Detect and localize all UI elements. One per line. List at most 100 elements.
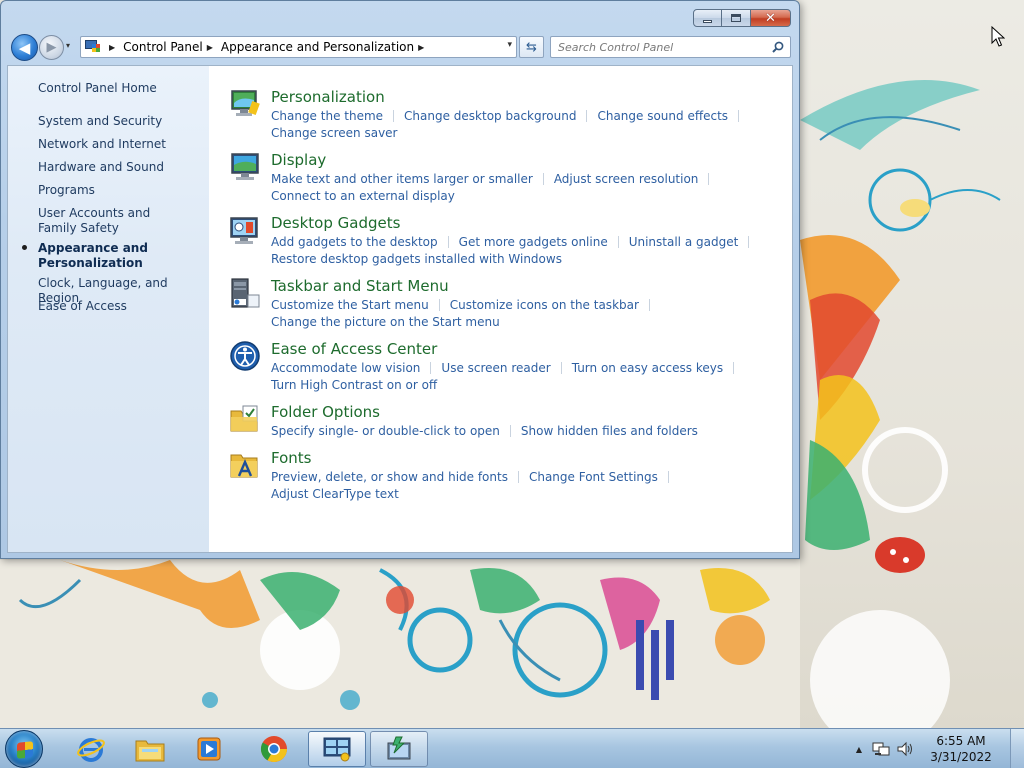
back-button[interactable]: ◀ [11, 34, 38, 61]
nav-programs[interactable]: Programs [38, 183, 203, 198]
link-connect-external-display[interactable]: Connect to an external display [271, 189, 455, 203]
refresh-button[interactable]: ⇆ [519, 36, 544, 58]
close-button[interactable]: ✕ [751, 9, 791, 27]
link-preview-fonts[interactable]: Preview, delete, or show and hide fonts [271, 470, 508, 484]
link-change-start-picture[interactable]: Change the picture on the Start menu [271, 315, 500, 329]
search-input[interactable] [551, 37, 761, 57]
category-links: Make text and other items larger or smal… [271, 171, 771, 205]
category-title[interactable]: Folder Options [271, 403, 380, 421]
link-easy-access-keys[interactable]: Turn on easy access keys [572, 361, 723, 375]
control-panel-icon [323, 737, 351, 762]
recent-pages-dropdown[interactable]: ▾ [66, 41, 70, 50]
control-panel-window: ✕ ◀ ▶ ▾ ▶ Control Panel ▶ Appearance and… [0, 0, 800, 559]
link-change-desktop-background[interactable]: Change desktop background [404, 109, 576, 123]
ease-of-access-icon[interactable] [229, 340, 261, 372]
category-content: Personalization Change the theme Change d… [209, 66, 792, 552]
internet-explorer-icon [77, 738, 105, 762]
notification-area: ▲ 6:55 AM 3/31/2022 [856, 729, 1024, 768]
breadcrumb-separator[interactable]: ▶ [207, 43, 213, 52]
link-restore-gadgets[interactable]: Restore desktop gadgets installed with W… [271, 252, 562, 266]
taskbar-chrome[interactable] [245, 731, 303, 767]
link-add-gadgets[interactable]: Add gadgets to the desktop [271, 235, 438, 249]
nav-appearance-and-personalization[interactable]: Appearance and Personalization [38, 241, 158, 271]
address-dropdown-icon[interactable]: ▾ [507, 40, 512, 50]
breadcrumb-separator[interactable]: ▶ [418, 43, 424, 52]
search-box [550, 36, 791, 58]
show-hidden-icons-button[interactable]: ▲ [856, 745, 862, 754]
fonts-icon[interactable] [229, 449, 261, 481]
category-title[interactable]: Personalization [271, 88, 385, 106]
taskbar-internet-explorer[interactable] [62, 731, 120, 767]
taskbar-icon[interactable] [229, 277, 261, 309]
minimize-button[interactable] [693, 9, 722, 27]
category-title[interactable]: Taskbar and Start Menu [271, 277, 449, 295]
taskbar-control-panel[interactable] [308, 731, 366, 767]
nav-ease-of-access[interactable]: Ease of Access [38, 299, 203, 314]
link-change-font-settings[interactable]: Change Font Settings [529, 470, 658, 484]
maximize-icon [731, 14, 741, 22]
category-links: Customize the Start menu Customize icons … [271, 297, 771, 331]
link-adjust-screen-resolution[interactable]: Adjust screen resolution [554, 172, 699, 186]
windows-explorer-icon [135, 740, 165, 762]
category-title[interactable]: Display [271, 151, 326, 169]
taskbar-app[interactable] [370, 731, 428, 767]
category-title[interactable]: Desktop Gadgets [271, 214, 400, 232]
link-show-hidden-files[interactable]: Show hidden files and folders [521, 424, 698, 438]
link-use-screen-reader[interactable]: Use screen reader [441, 361, 550, 375]
link-adjust-cleartype[interactable]: Adjust ClearType text [271, 487, 399, 501]
breadcrumb-appearance[interactable]: Appearance and Personalization [221, 40, 414, 54]
nav-control-panel-home[interactable]: Control Panel Home [38, 81, 203, 96]
category-links: Preview, delete, or show and hide fonts C… [271, 469, 771, 503]
nav-hardware-and-sound[interactable]: Hardware and Sound [38, 160, 203, 175]
link-accommodate-low-vision[interactable]: Accommodate low vision [271, 361, 420, 375]
link-customize-start-menu[interactable]: Customize the Start menu [271, 298, 429, 312]
show-desktop-button[interactable] [1010, 729, 1024, 768]
link-high-contrast[interactable]: Turn High Contrast on or off [271, 378, 437, 392]
link-divider [509, 425, 511, 437]
network-icon[interactable] [872, 741, 890, 757]
nav-system-and-security[interactable]: System and Security [38, 114, 203, 129]
taskbar-media-player[interactable] [180, 731, 238, 767]
link-get-more-gadgets[interactable]: Get more gadgets online [459, 235, 608, 249]
link-single-double-click[interactable]: Specify single- or double-click to open [271, 424, 500, 438]
link-change-theme[interactable]: Change the theme [271, 109, 383, 123]
link-divider [430, 362, 432, 374]
link-change-sound-effects[interactable]: Change sound effects [597, 109, 728, 123]
search-icon[interactable] [772, 41, 784, 53]
nav-network-and-internet[interactable]: Network and Internet [38, 137, 203, 152]
nav-user-accounts[interactable]: User Accounts and Family Safety [38, 206, 188, 236]
caption-buttons: ✕ [693, 9, 791, 27]
link-divider [738, 110, 740, 122]
client-area: Control Panel Home System and Security N… [7, 65, 793, 553]
link-divider [438, 299, 440, 311]
back-arrow-icon: ◀ [18, 38, 31, 57]
breadcrumb-control-panel[interactable]: Control Panel [123, 40, 203, 54]
category-title[interactable]: Fonts [271, 449, 311, 467]
minimize-icon [703, 19, 712, 23]
volume-icon[interactable] [896, 741, 914, 757]
taskbar-windows-explorer[interactable] [121, 731, 179, 767]
link-divider [748, 236, 750, 248]
link-make-text-larger[interactable]: Make text and other items larger or smal… [271, 172, 533, 186]
link-uninstall-gadget[interactable]: Uninstall a gadget [629, 235, 739, 249]
link-divider [733, 362, 735, 374]
start-button[interactable] [5, 730, 43, 768]
link-divider [517, 471, 519, 483]
gadgets-icon[interactable] [229, 214, 261, 246]
left-navigation-pane: Control Panel Home System and Security N… [8, 66, 209, 552]
link-customize-taskbar-icons[interactable]: Customize icons on the taskbar [450, 298, 639, 312]
personalization-icon[interactable] [229, 88, 261, 120]
control-panel-icon [85, 40, 101, 54]
link-divider [560, 362, 562, 374]
address-bar[interactable]: ▶ Control Panel ▶ Appearance and Persona… [80, 36, 517, 58]
folder-options-icon[interactable] [229, 403, 261, 435]
forward-button[interactable]: ▶ [39, 35, 64, 60]
breadcrumb-separator[interactable]: ▶ [109, 43, 115, 52]
display-icon[interactable] [229, 151, 261, 183]
maximize-button[interactable] [722, 9, 751, 27]
category-title[interactable]: Ease of Access Center [271, 340, 437, 358]
category-links: Specify single- or double-click to open S… [271, 423, 771, 440]
link-divider [708, 173, 710, 185]
link-change-screen-saver[interactable]: Change screen saver [271, 126, 398, 140]
system-clock[interactable]: 6:55 AM 3/31/2022 [926, 733, 996, 765]
